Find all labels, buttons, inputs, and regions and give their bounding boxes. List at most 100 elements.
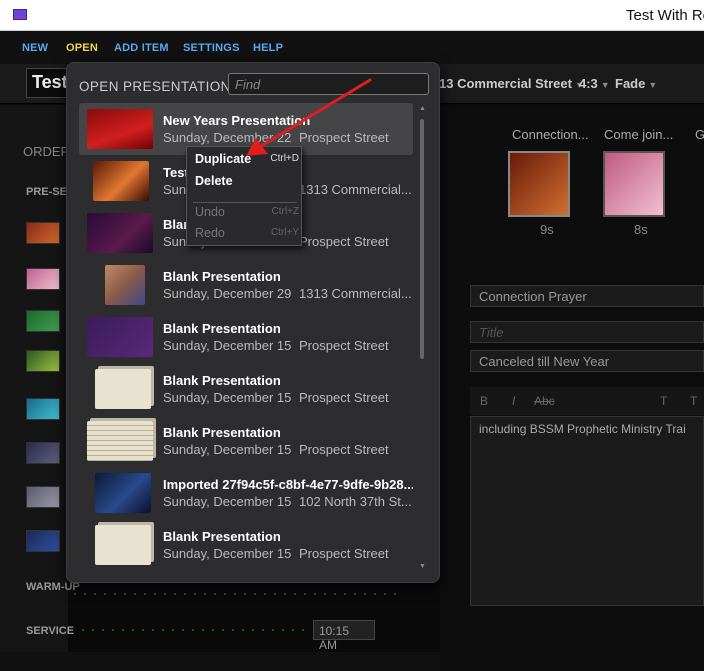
timeline-dots: [78, 628, 308, 632]
order-thumbnail[interactable]: [26, 530, 60, 552]
slide-label: Come join...: [604, 127, 674, 142]
strikethrough-button[interactable]: Abc: [534, 394, 555, 408]
location-dropdown[interactable]: 13 Commercial Street ▼: [439, 76, 584, 91]
window-title: Test With Re: [626, 7, 704, 24]
presentation-thumbnail: [87, 109, 153, 149]
slide-thumbnail[interactable]: [603, 151, 665, 217]
menu-settings[interactable]: SETTINGS: [183, 42, 240, 54]
presentation-name: Blank Presentation: [163, 529, 281, 544]
slide-label: Connection...: [512, 127, 589, 142]
menu-item-shortcut: Ctrl+Z: [271, 206, 300, 217]
bold-button[interactable]: B: [480, 394, 488, 408]
slide-duration: 9s: [540, 222, 554, 237]
presentation-row[interactable]: Blank Presentation Sunday, December 15 P…: [79, 415, 413, 467]
transition-label: Fade: [615, 76, 646, 91]
presentation-row[interactable]: Blank Presentation Sunday, December 15 P…: [79, 519, 413, 571]
slide-label: G: [695, 127, 704, 142]
presentation-name: Imported 27f94c5f-c8bf-4e77-9dfe-9b28...: [163, 477, 413, 492]
duplicate-menu-item[interactable]: Duplicate Ctrl+D: [195, 152, 299, 170]
aspect-label: 4:3: [579, 76, 598, 91]
presentation-row[interactable]: Blank Presentation Sunday, December 15 P…: [79, 363, 413, 415]
chevron-down-icon: ▼: [648, 80, 658, 90]
subtitle-field[interactable]: Canceled till New Year: [470, 350, 704, 372]
service-label: SERVICE: [26, 625, 75, 637]
undo-menu-item[interactable]: Undo Ctrl+Z: [195, 205, 299, 223]
delete-menu-item[interactable]: Delete: [195, 174, 299, 192]
presentation-date: Sunday, December 15: [163, 442, 292, 457]
scroll-up-icon[interactable]: ▲: [419, 105, 426, 112]
presentation-name: Blank Presentation: [163, 269, 281, 284]
presentation-date: Sunday, December 15: [163, 494, 292, 509]
order-thumbnail[interactable]: [26, 398, 60, 420]
menu-item-label: Undo: [195, 205, 225, 219]
open-presentation-popover: OPEN PRESENTATION New Years Presentation…: [66, 62, 440, 583]
presentation-name: New Years Presentation: [163, 113, 311, 128]
presentation-date: Sunday, December 15: [163, 546, 292, 561]
slide-thumbnail[interactable]: [508, 151, 570, 217]
popover-title: OPEN PRESENTATION: [79, 79, 231, 94]
presentation-location: Prospect Street: [299, 546, 389, 561]
menu-bar: NEW OPEN ADD ITEM SETTINGS HELP: [0, 31, 704, 64]
transition-dropdown[interactable]: Fade ▼: [615, 76, 657, 91]
menu-help[interactable]: HELP: [253, 42, 283, 54]
presentation-location: Prospect Street: [299, 130, 389, 145]
presentation-row[interactable]: Imported 27f94c5f-c8bf-4e77-9dfe-9b28...…: [79, 467, 413, 519]
presentation-thumbnail: [87, 317, 153, 357]
presentation-location: 1313 Commercial...: [299, 286, 412, 301]
presentation-row[interactable]: Blank Presentation Sunday, December 29 1…: [79, 259, 413, 311]
presentation-thumbnail: [95, 369, 151, 409]
italic-button[interactable]: I: [512, 394, 515, 408]
menu-new[interactable]: NEW: [22, 42, 48, 54]
presentation-row[interactable]: Blank Presentation Sunday, December 15 P…: [79, 311, 413, 363]
presentation-location: Prospect Street: [299, 234, 389, 249]
order-thumbnail[interactable]: [26, 442, 60, 464]
presentation-location: 1313 Commercial...: [299, 182, 412, 197]
text-size-button[interactable]: T: [690, 394, 697, 408]
menu-open[interactable]: OPEN: [66, 42, 98, 54]
presentation-title-field[interactable]: Test: [26, 68, 70, 98]
presentation-thumbnail: [93, 161, 149, 201]
menu-item-label: Delete: [195, 174, 233, 188]
order-thumbnail[interactable]: [26, 222, 60, 244]
presentation-name: Blank Presentation: [163, 373, 281, 388]
presentation-location: Prospect Street: [299, 390, 389, 405]
menu-add-item[interactable]: ADD ITEM: [114, 42, 169, 54]
presentation-name: Blank Presentation: [163, 425, 281, 440]
text-size-button[interactable]: T: [660, 394, 667, 408]
service-time-field[interactable]: 10:15 AM: [313, 620, 375, 652]
find-input[interactable]: [228, 73, 429, 95]
slide-body-text[interactable]: including BSSM Prophetic Ministry Trai: [470, 416, 704, 606]
scroll-down-icon[interactable]: ▼: [419, 563, 426, 570]
order-thumbnail[interactable]: [26, 350, 60, 372]
presentation-date: Sunday, December 22: [163, 130, 292, 145]
presentation-thumbnail: [87, 213, 153, 253]
window-titlebar: Test With Re: [0, 0, 704, 31]
presentation-name: Blank Presentation: [163, 321, 281, 336]
order-thumbnail[interactable]: [26, 310, 60, 332]
context-menu: Duplicate Ctrl+D Delete Undo Ctrl+Z Redo…: [186, 146, 302, 246]
slide-duration: 8s: [634, 222, 648, 237]
presentation-thumbnail: [95, 525, 151, 565]
scroll-thumb[interactable]: [420, 119, 424, 359]
menu-item-label: Redo: [195, 226, 225, 240]
order-thumbnail[interactable]: [26, 268, 60, 290]
timeline-dots: [70, 592, 400, 596]
title-field[interactable]: Title: [470, 321, 704, 343]
presentation-location: Prospect Street: [299, 442, 389, 457]
menu-item-label: Duplicate: [195, 152, 252, 166]
list-scrollbar[interactable]: ▲ ▼: [419, 105, 426, 571]
menu-separator: [193, 202, 297, 203]
location-label: 13 Commercial Street: [439, 76, 572, 91]
item-name-field[interactable]: Connection Prayer: [470, 285, 704, 307]
presentation-thumbnail: [87, 421, 153, 461]
redo-menu-item[interactable]: Redo Ctrl+Y: [195, 226, 299, 244]
presentation-location: 102 North 37th St...: [299, 494, 412, 509]
format-toolbar: B I Abc T T: [470, 387, 704, 415]
menu-item-shortcut: Ctrl+Y: [270, 227, 299, 238]
presentation-thumbnail: [105, 265, 145, 305]
presentation-date: Sunday, December 15: [163, 338, 292, 353]
presentation-date: Sunday, December 15: [163, 390, 292, 405]
order-thumbnail[interactable]: [26, 486, 60, 508]
chevron-down-icon: ▼: [600, 80, 610, 90]
aspect-dropdown[interactable]: 4:3 ▼: [579, 76, 610, 91]
